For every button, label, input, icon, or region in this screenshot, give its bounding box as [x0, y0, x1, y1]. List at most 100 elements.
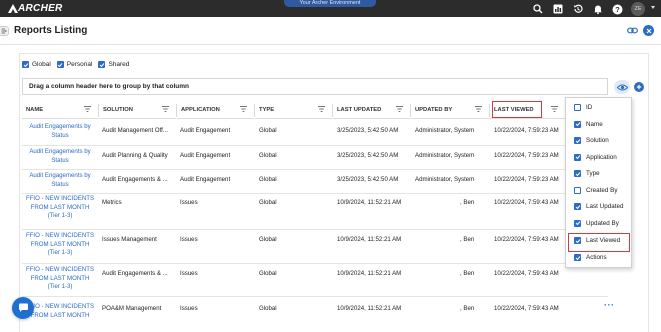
table-cell-type: Global	[259, 127, 277, 134]
column-divider[interactable]	[254, 104, 255, 117]
column-option-last-updated[interactable]: Last Updated	[574, 203, 623, 210]
checkbox-checked-icon[interactable]	[574, 120, 581, 128]
table-cell-last-viewed: 10/22/2024, 7:59:23 AM	[494, 176, 559, 183]
expand-sidebar-icon[interactable]	[0, 26, 9, 36]
filter-icon[interactable]	[475, 106, 482, 112]
filter-personal[interactable]: Personal	[56, 61, 92, 68]
column-divider[interactable]	[98, 104, 99, 117]
environment-badge: Your Archer Environment	[284, 0, 376, 7]
filter-icon[interactable]	[396, 106, 403, 112]
table-cell-last-updated: 3/25/2023, 5:42:50 AM	[337, 127, 399, 134]
column-option-application[interactable]: Application	[574, 153, 617, 161]
filter-global[interactable]: Global	[22, 61, 51, 68]
row-divider	[22, 263, 608, 264]
report-name-link[interactable]: FFIO - NEW INCIDENTS FROM LAST MONTH (Ti…	[24, 232, 96, 258]
logo-text: ARCHER	[18, 3, 63, 14]
table-cell-updated-by: , Ben	[460, 305, 475, 312]
column-header-last-updated[interactable]: LAST UPDATED	[333, 101, 410, 119]
table-cell-last-viewed: 10/22/2024, 7:59:23 AM	[494, 152, 559, 159]
column-option-solution[interactable]: Solution	[574, 137, 609, 144]
column-divider[interactable]	[176, 104, 177, 117]
table-cell-last-viewed: 10/22/2024, 7:59:43 AM	[494, 305, 559, 312]
report-name-link[interactable]: Audit Engagements by Status	[24, 123, 96, 140]
row-divider	[22, 193, 608, 194]
filter-icon[interactable]	[84, 106, 91, 112]
last-viewed-option-highlight-box	[568, 233, 630, 252]
help-icon[interactable]: ?	[611, 3, 624, 16]
report-name-link[interactable]: FFIO - NEW INCIDENTS FROM LAST MONTH (Ti…	[24, 266, 96, 292]
report-name-link[interactable]: Audit Engagements by Status	[24, 172, 96, 189]
top-navigation-bar: ARCHER Your Archer Environment ? ZE	[0, 0, 661, 17]
filter-icon[interactable]	[318, 106, 325, 112]
table-cell-application: Issues	[180, 305, 198, 312]
table-cell-solution: Audit Engagements & ...	[102, 270, 168, 277]
column-header-name[interactable]: NAME	[22, 101, 98, 119]
report-name-link[interactable]: FFIO - NEW INCIDENTS FROM LAST MONTH	[24, 303, 96, 320]
reports-icon[interactable]	[551, 3, 564, 16]
table-cell-application: Issues	[180, 236, 198, 243]
column-option-label: Solution	[586, 137, 609, 144]
filter-icon[interactable]	[240, 106, 247, 112]
report-type-filters: Global Personal Shared	[22, 61, 129, 68]
table-cell-solution: Metrics	[102, 199, 122, 206]
row-divider	[22, 229, 608, 230]
column-divider[interactable]	[489, 104, 490, 117]
table-cell-last-viewed: 10/22/2024, 7:59:43 AM	[494, 270, 559, 277]
column-option-type[interactable]: Type	[574, 170, 600, 177]
column-header-label: LAST UPDATED	[337, 106, 382, 113]
filter-icon[interactable]	[162, 106, 169, 112]
notification-icon[interactable]	[591, 3, 604, 16]
table-cell-application: Audit Engagement	[180, 176, 231, 183]
column-visibility-eye-icon[interactable]	[614, 80, 630, 94]
chevron-down-icon[interactable]	[651, 6, 655, 9]
table-cell-last-updated: 10/9/2024, 11:52:21 AM	[337, 270, 402, 277]
add-report-plus-icon[interactable]	[634, 82, 644, 92]
column-option-id[interactable]: ID	[574, 104, 592, 111]
column-header-application[interactable]: APPLICATION	[177, 101, 254, 119]
table-cell-last-updated: 3/25/2023, 5:42:50 AM	[337, 152, 399, 159]
checkbox-checked-icon[interactable]	[56, 61, 64, 68]
column-header-updated-by[interactable]: UPDATED BY	[411, 101, 489, 119]
user-avatar[interactable]: ZE	[631, 2, 645, 16]
checkbox-checked-icon[interactable]	[574, 203, 581, 210]
table-cell-last-updated: 10/9/2024, 11:52:21 AM	[337, 305, 402, 312]
checkbox-checked-icon[interactable]	[574, 170, 581, 177]
filter-icon[interactable]	[551, 106, 558, 112]
column-option-label: Application	[586, 153, 617, 161]
checkbox-checked-icon[interactable]	[98, 61, 106, 68]
column-option-created-by[interactable]: Created By	[574, 186, 618, 194]
report-name-link[interactable]: Audit Engagements by Status	[24, 148, 96, 165]
checkbox-unchecked-icon[interactable]	[574, 186, 581, 194]
column-header-solution[interactable]: SOLUTION	[99, 101, 176, 119]
table-cell-solution: Issues Management	[102, 236, 157, 243]
history-icon[interactable]	[571, 3, 584, 16]
page-title: Reports Listing	[14, 25, 88, 36]
table-cell-last-viewed: 10/22/2024, 7:59:43 AM	[494, 236, 559, 243]
table-cell-last-viewed: 10/22/2024, 7:59:23 AM	[494, 127, 559, 134]
last-viewed-highlight-box	[492, 101, 542, 118]
row-actions-menu-icon[interactable]: ···	[604, 300, 615, 310]
column-divider[interactable]	[332, 104, 333, 117]
table-cell-solution: Audit Management Off...	[102, 127, 168, 134]
column-header-type[interactable]: TYPE	[255, 101, 332, 119]
archer-logo[interactable]: ARCHER	[8, 3, 63, 14]
group-by-drop-zone[interactable]: Drag a column header here to group by th…	[22, 78, 608, 95]
checkbox-checked-icon[interactable]	[574, 254, 581, 261]
report-name-link[interactable]: FFIO - NEW INCIDENTS FROM LAST MONTH (Ti…	[24, 195, 96, 221]
checkbox-checked-icon[interactable]	[574, 153, 581, 161]
checkbox-unchecked-icon[interactable]	[574, 104, 581, 111]
close-icon[interactable]	[643, 25, 654, 36]
column-option-actions[interactable]: Actions	[574, 254, 607, 261]
checkbox-checked-icon[interactable]	[574, 137, 581, 144]
checkbox-checked-icon[interactable]	[574, 219, 581, 227]
search-icon[interactable]	[531, 3, 544, 16]
chat-support-button[interactable]	[12, 297, 34, 319]
column-option-name[interactable]: Name	[574, 120, 603, 128]
link-icon[interactable]	[627, 26, 638, 37]
table-cell-solution: POA&M Management	[102, 305, 162, 312]
filter-shared[interactable]: Shared	[98, 61, 129, 68]
checkbox-checked-icon[interactable]	[22, 61, 29, 68]
column-option-updated-by[interactable]: Updated By	[574, 219, 619, 227]
table-cell-last-viewed: 10/22/2024, 7:59:43 AM	[494, 199, 559, 206]
column-divider[interactable]	[410, 104, 411, 117]
